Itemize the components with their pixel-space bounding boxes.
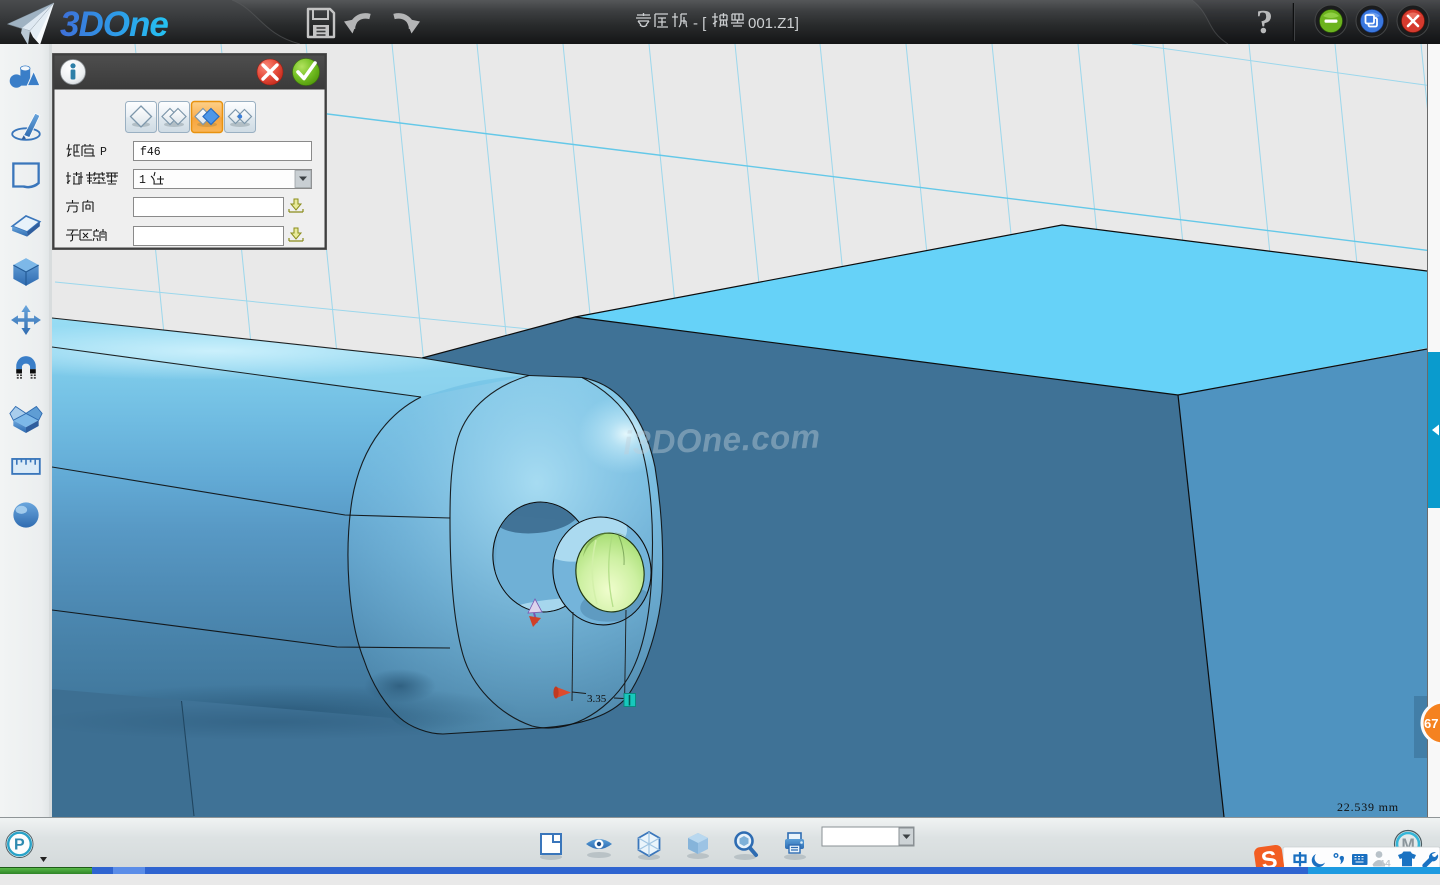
svg-text:- [: - [ (693, 15, 707, 32)
svg-text:3DOne: 3DOne (60, 5, 168, 44)
svg-text:P: P (100, 146, 107, 159)
svg-text:001.Z1]: 001.Z1] (748, 15, 799, 32)
svg-text:i3DOne.com: i3DOne.com (622, 418, 821, 462)
svg-text:?: ? (1256, 4, 1273, 41)
svg-text:P: P (14, 837, 25, 854)
svg-text:1: 1 (139, 174, 146, 187)
svg-text:22.539 mm: 22.539 mm (1337, 800, 1399, 814)
svg-text:f46: f46 (140, 146, 161, 159)
svg-text:67: 67 (1424, 716, 1438, 731)
svg-text:3.35: 3.35 (587, 693, 607, 705)
